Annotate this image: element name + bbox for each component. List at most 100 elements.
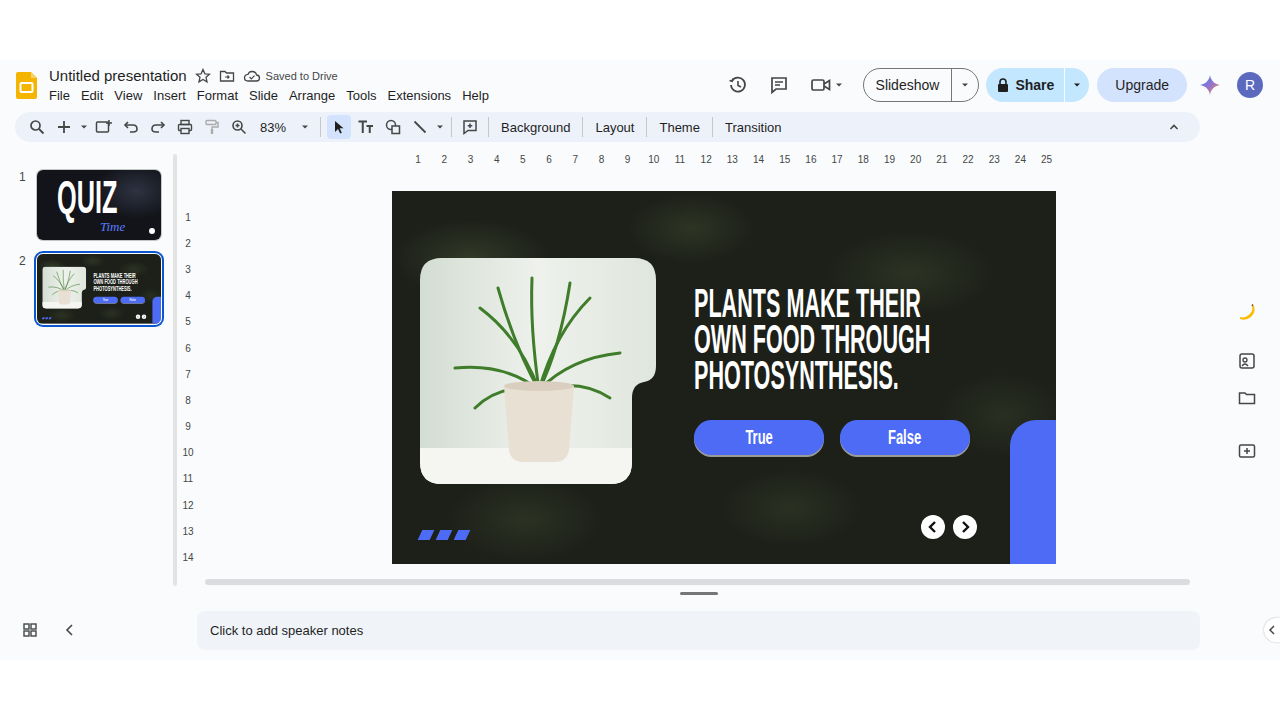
answer-button[interactable]: False xyxy=(840,420,970,455)
plant-photo[interactable] xyxy=(420,258,656,484)
menu-item[interactable]: Extensions xyxy=(388,87,452,105)
next-button[interactable] xyxy=(142,315,146,319)
plant-photo[interactable] xyxy=(42,267,86,309)
upgrade-button[interactable]: Upgrade xyxy=(1097,68,1187,102)
share-button[interactable]: Share xyxy=(986,68,1089,102)
video-camera-icon xyxy=(810,75,832,95)
slide-thumbnail-item[interactable]: 2 PLANTS MAKE THEIROWN FOOD THROUGHPHOTO… xyxy=(0,254,170,324)
menu-item[interactable]: Help xyxy=(462,87,489,105)
share-options-button[interactable] xyxy=(1064,68,1089,102)
collapse-toolbar-icon[interactable] xyxy=(1168,121,1180,133)
chevron-left-icon xyxy=(926,520,940,534)
corner-shape[interactable] xyxy=(1010,420,1056,564)
next-button[interactable] xyxy=(953,515,977,539)
menu-item[interactable]: Format xyxy=(197,87,238,105)
move-folder-icon[interactable] xyxy=(219,68,235,84)
question-statement[interactable]: PLANTS MAKE THEIROWN FOOD THROUGHPHOTOSY… xyxy=(93,272,137,292)
slide-number: 1 xyxy=(0,170,37,184)
show-side-panel-button[interactable] xyxy=(1264,618,1280,642)
answer-buttons: True False xyxy=(694,420,970,455)
add-slide-panel-icon[interactable] xyxy=(1237,441,1257,461)
filmstrip-scrollbar[interactable] xyxy=(173,154,177,586)
previous-button[interactable] xyxy=(921,515,945,539)
notes-resize-handle[interactable] xyxy=(680,592,718,595)
add-comment-icon xyxy=(462,119,478,135)
line-tool[interactable] xyxy=(408,115,432,139)
previous-button[interactable] xyxy=(136,315,140,319)
text-box-tool[interactable] xyxy=(354,115,378,139)
corner-shape[interactable] xyxy=(152,297,161,324)
cloud-saved-icon[interactable] xyxy=(243,68,261,84)
comment-icon xyxy=(769,75,789,95)
chevron-left-icon xyxy=(137,315,140,318)
editor-canvas: 1234567891011121314151617181920212223242… xyxy=(180,146,1200,586)
comments-button[interactable] xyxy=(761,67,797,103)
caret-down-icon xyxy=(1072,80,1082,90)
screen: Untitled presentation Saved to Drive Fil… xyxy=(0,0,1280,720)
grid-view-icon[interactable] xyxy=(22,622,38,638)
vertical-ruler[interactable]: 1234567891011121314 xyxy=(180,168,196,571)
horizontal-scrollbar[interactable] xyxy=(205,579,1190,585)
meet-button[interactable] xyxy=(806,67,848,103)
folder-icon[interactable] xyxy=(1237,388,1257,408)
slides-logo-icon[interactable] xyxy=(15,70,39,100)
caret-down-icon xyxy=(300,122,310,132)
new-item-button[interactable] xyxy=(52,115,76,139)
dash-decoration[interactable] xyxy=(42,317,51,319)
caret-down-icon xyxy=(834,80,844,90)
document-title[interactable]: Untitled presentation xyxy=(49,67,187,84)
menu-item[interactable]: Insert xyxy=(153,87,186,105)
paint-format-button[interactable] xyxy=(200,115,224,139)
chevron-right-icon xyxy=(143,315,146,318)
add-comment-button[interactable] xyxy=(458,115,482,139)
account-avatar[interactable]: R xyxy=(1237,72,1263,98)
zoom-select[interactable]: 83% xyxy=(254,120,314,135)
slide[interactable]: PLANTS MAKE THEIROWN FOOD THROUGHPHOTOSY… xyxy=(392,191,1056,564)
horizontal-ruler[interactable]: 1234567891011121314151617181920212223242… xyxy=(180,150,1200,168)
new-slide-button[interactable] xyxy=(92,115,116,139)
menu-item[interactable]: Slide xyxy=(249,87,278,105)
cursor-icon xyxy=(331,119,347,135)
answer-button[interactable]: True xyxy=(694,420,824,455)
menu-bar: File Edit View Insert Format Slide Arrange Tool… xyxy=(49,87,489,105)
version-history-button[interactable] xyxy=(720,67,756,103)
toolbar-action-button[interactable]: Background xyxy=(495,120,576,135)
slide[interactable]: PLANTS MAKE THEIROWN FOOD THROUGHPHOTOSY… xyxy=(37,254,161,324)
toolbar-action-button[interactable]: Transition xyxy=(719,120,788,135)
slideshow-button[interactable]: Slideshow xyxy=(863,68,980,102)
search-menus-button[interactable] xyxy=(25,115,49,139)
shape-tool[interactable] xyxy=(381,115,405,139)
menu-item[interactable]: View xyxy=(114,87,142,105)
answer-button[interactable]: False xyxy=(121,297,145,304)
caret-down-icon[interactable] xyxy=(435,122,445,132)
slide-thumbnail-item[interactable]: 1 QUIZ Time xyxy=(0,170,170,240)
chevron-left-icon xyxy=(1267,624,1277,636)
search-icon xyxy=(29,119,45,135)
toolbar-action-button[interactable]: Layout xyxy=(589,120,640,135)
select-tool[interactable] xyxy=(327,115,351,139)
undo-button[interactable] xyxy=(119,115,143,139)
slide-thumbnail[interactable]: QUIZ Time xyxy=(37,170,161,240)
menu-item[interactable]: File xyxy=(49,87,70,105)
star-icon[interactable] xyxy=(195,68,211,84)
zoom-button[interactable] xyxy=(227,115,251,139)
question-statement[interactable]: PLANTS MAKE THEIROWN FOOD THROUGHPHOTOSY… xyxy=(694,285,930,393)
slideshow-options-button[interactable] xyxy=(951,69,978,101)
collapse-filmstrip-icon[interactable] xyxy=(62,622,78,638)
speaker-notes[interactable]: Click to add speaker notes xyxy=(197,611,1200,650)
slide-thumbnail[interactable]: PLANTS MAKE THEIROWN FOOD THROUGHPHOTOSY… xyxy=(37,254,161,324)
menu-item[interactable]: Edit xyxy=(81,87,103,105)
dash-decoration[interactable] xyxy=(420,530,468,540)
answer-button[interactable]: True xyxy=(93,297,117,304)
gemini-icon[interactable] xyxy=(1200,75,1220,95)
banana-icon[interactable] xyxy=(1237,303,1257,323)
menu-item[interactable]: Arrange xyxy=(289,87,335,105)
thumbnail-subtitle: Time xyxy=(100,220,125,234)
add-slide-icon xyxy=(95,119,113,135)
caret-down-icon[interactable] xyxy=(79,122,89,132)
menu-item[interactable]: Tools xyxy=(346,87,376,105)
print-button[interactable] xyxy=(173,115,197,139)
keep-notes-icon[interactable] xyxy=(1237,351,1257,371)
toolbar-action-button[interactable]: Theme xyxy=(653,120,705,135)
redo-button[interactable] xyxy=(146,115,170,139)
